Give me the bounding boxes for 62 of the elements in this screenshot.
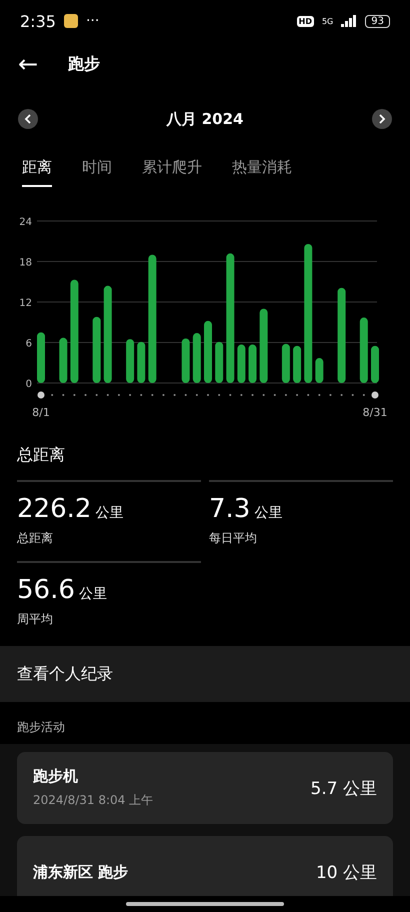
y-tick-label: 6 [26, 338, 32, 350]
activity-name: 浦东新区 跑步 [33, 862, 128, 882]
stat-unit: 公里 [254, 504, 282, 522]
activity-card[interactable]: 跑步机 2024/8/31 8:04 上午 5.7 公里 [17, 752, 393, 824]
stat-unit: 公里 [95, 504, 124, 522]
stat-value: 7.3 [209, 494, 250, 524]
back-button[interactable]: ← [18, 50, 38, 78]
stat-label: 周平均 [17, 611, 54, 628]
page-title: 跑步 [68, 54, 100, 74]
bar [137, 342, 146, 383]
y-tick-label: 12 [19, 298, 32, 309]
stat-label: 每日平均 [209, 530, 258, 547]
activity-distance: 5.7 公里 [310, 778, 377, 800]
bar [282, 344, 290, 383]
signal-icon [341, 15, 358, 27]
day-dot [372, 392, 378, 398]
metric-tab[interactable]: 累计爬升 [142, 152, 202, 187]
activity-date: 2024/8/31 8:04 上午 [33, 792, 154, 809]
bar [237, 344, 246, 383]
personal-records-link[interactable]: 查看个人纪录 [0, 646, 410, 702]
metric-tab[interactable]: 热量消耗 [232, 152, 292, 187]
metric-tab[interactable]: 距离 [22, 152, 52, 187]
stat-value: 226.2 [17, 494, 92, 524]
stat-label: 总距离 [17, 530, 54, 547]
hd-icon: HD [296, 16, 314, 26]
previous-month-button[interactable] [18, 109, 38, 129]
activity-name: 跑步机 [33, 767, 79, 786]
bar [59, 338, 68, 383]
bar [37, 332, 45, 383]
bar [315, 358, 324, 383]
section-title: 跑步活动 [17, 720, 65, 734]
y-tick-label: 18 [19, 258, 32, 268]
stat-unit: 公里 [78, 585, 107, 603]
day-dot [38, 392, 44, 398]
bar [293, 346, 302, 383]
bar [360, 318, 368, 383]
month-label: 八月 2024 [166, 110, 244, 128]
bar [248, 344, 257, 383]
y-tick-label: 0 [26, 379, 32, 390]
status-time: 2:35 [20, 12, 56, 30]
section-title: 总距离 [17, 445, 66, 466]
battery-level: 93 [365, 14, 390, 28]
more-notifications: ··· [86, 13, 100, 29]
next-month-button[interactable] [372, 109, 392, 129]
chevron-right-icon [378, 114, 386, 124]
metric-tab[interactable]: 时间 [82, 152, 112, 187]
y-tick-label: 24 [19, 217, 32, 228]
x-tick-label: 8/1 [32, 406, 50, 419]
x-tick-label: 8/31 [362, 406, 388, 419]
notification-icon [64, 14, 78, 28]
stat-value: 56.6 [17, 575, 75, 605]
bar [215, 342, 224, 383]
activity-distance: 10 公里 [316, 862, 377, 884]
bar [371, 346, 379, 383]
activity-card[interactable]: 浦东新区 跑步 10 公里 [17, 836, 393, 896]
chevron-left-icon [24, 114, 32, 124]
bar [182, 338, 190, 383]
bar [126, 339, 134, 383]
network-type: 5G [322, 16, 334, 26]
bar [92, 316, 101, 383]
bar [192, 333, 201, 383]
bar [204, 320, 212, 383]
